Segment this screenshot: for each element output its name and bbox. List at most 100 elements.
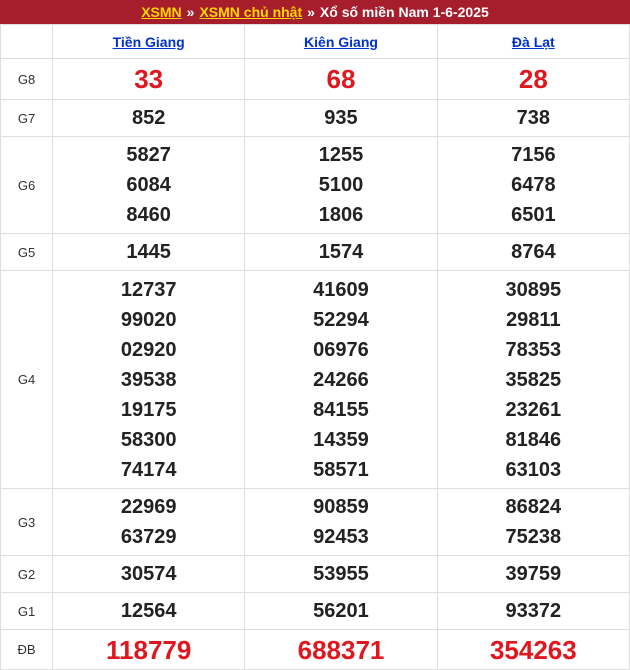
prize-cell: 39759 [436,555,630,593]
prize-row-g4: G4 12737 99020 02920 39538 19175 58300 74174 416… [0,270,630,489]
province-tien-giang[interactable]: Tiền Giang [51,24,246,59]
prize-number: 58300 [120,428,177,451]
prize-number: 93372 [505,600,562,622]
prize-number: 35825 [505,368,562,391]
prize-number: 118779 [106,634,192,665]
prize-cell: 8764 [436,233,630,271]
prize-number: 58571 [313,458,369,481]
prize-row-g8: G8 33 68 28 [0,58,630,100]
prize-cell: 12564 [51,592,246,630]
prize-cell: 56201 [244,592,438,630]
prize-number: 6501 [511,204,556,226]
prize-cell: 688371 [244,629,438,670]
prize-number: 63103 [505,458,562,481]
province-kien-giang[interactable]: Kiên Giang [244,24,438,59]
prize-number: 28 [518,64,548,94]
prize-label: G6 [0,136,53,234]
prize-number: 7156 [511,144,556,166]
prize-number: 86824 [505,496,562,518]
prize-number: 852 [131,107,166,129]
prize-cell: 41609 52294 06976 24266 84155 14359 58571 [244,270,438,489]
prize-number: 29811 [506,308,561,331]
header-label-cell [0,24,53,59]
prize-number: 39538 [120,368,177,391]
prize-number: 33 [134,64,164,94]
prize-number: 5100 [318,174,364,196]
prize-number: 52294 [313,308,369,331]
prize-number: 92453 [313,526,369,548]
prize-number: 1445 [126,241,171,263]
prize-number: 56201 [313,600,369,622]
page-title: Xổ số miền Nam 1-6-2025 [319,4,489,20]
prize-cell: 1574 [244,233,438,271]
xsmn-link[interactable]: XSMN [141,4,181,20]
prize-cell: 12737 99020 02920 39538 19175 58300 74174 [51,270,246,489]
prize-number: 02920 [120,338,177,361]
prize-cell: 86824 75238 [436,488,630,556]
prize-cell: 93372 [436,592,630,630]
prize-label: G8 [0,58,53,100]
page-header: XSMN » XSMN chủ nhật » Xổ số miền Nam 1-… [0,0,630,24]
prize-cell: 852 [51,99,246,137]
prize-number: 8764 [511,241,556,263]
prize-number: 74174 [120,458,177,481]
prize-cell: 28 [436,58,630,100]
breadcrumb-separator: » [307,4,315,20]
province-da-lat[interactable]: Đà Lạt [436,24,630,59]
results-table: Tiền Giang Kiên Giang Đà Lạt G8 33 68 28 G7 8… [0,24,630,670]
prize-label: ĐB [0,629,53,670]
prize-cell: 33 [51,58,246,100]
prize-number: 6084 [126,174,171,196]
prize-cell: 7156 6478 6501 [436,136,630,234]
prize-cell: 68 [244,58,438,100]
prize-number: 81846 [505,428,562,451]
prize-number: 6478 [511,174,556,196]
prize-number: 22969 [120,496,177,518]
prize-label: G4 [0,270,53,489]
prize-row-g5: G5 1445 1574 8764 [0,233,630,271]
prize-number: 78353 [505,338,562,361]
prize-number: 19175 [120,398,177,421]
prize-row-g3: G3 22969 63729 90859 92453 86824 75238 [0,488,630,556]
prize-number: 90859 [313,496,369,518]
prize-number: 688371 [297,634,385,665]
prize-cell: 118779 [51,629,246,670]
prize-cell: 30574 [51,555,246,593]
province-header-row: Tiền Giang Kiên Giang Đà Lạt [0,24,630,59]
prize-number: 354263 [489,634,577,665]
prize-cell: 30895 29811 78353 35825 23261 81846 63103 [436,270,630,489]
prize-number: 1806 [318,204,364,226]
prize-number: 75238 [505,526,562,548]
prize-number: 68 [326,64,356,94]
prize-number: 5827 [126,144,171,166]
prize-number: 12564 [120,600,177,622]
prize-cell: 5827 6084 8460 [51,136,246,234]
prize-number: 30895 [505,278,562,301]
prize-label: G1 [0,592,53,630]
prize-cell: 22969 63729 [51,488,246,556]
prize-number: 23261 [505,398,562,421]
prize-number: 24266 [313,368,369,391]
prize-row-db: ĐB 118779 688371 354263 [0,629,630,670]
prize-cell: 354263 [436,629,630,670]
prize-cell: 1255 5100 1806 [244,136,438,234]
prize-label: G3 [0,488,53,556]
prize-label: G2 [0,555,53,593]
prize-number: 84155 [313,398,369,421]
prize-number: 738 [516,107,551,129]
prize-number: 935 [324,107,358,129]
prize-row-g2: G2 30574 53955 39759 [0,555,630,593]
prize-number: 1255 [318,144,364,166]
prize-cell: 1445 [51,233,246,271]
prize-number: 63729 [120,526,177,548]
prize-number: 1574 [318,241,364,263]
prize-number: 14359 [313,428,369,451]
prize-row-g6: G6 5827 6084 8460 1255 5100 1806 7156 6478 6501 [0,136,630,234]
prize-cell: 53955 [244,555,438,593]
prize-label: G7 [0,99,53,137]
prize-number: 12737 [120,278,177,301]
prize-cell: 738 [436,99,630,137]
prize-row-g1: G1 12564 56201 93372 [0,592,630,630]
prize-number: 41609 [313,278,369,301]
xsmn-sunday-link[interactable]: XSMN chủ nhật [199,4,302,20]
